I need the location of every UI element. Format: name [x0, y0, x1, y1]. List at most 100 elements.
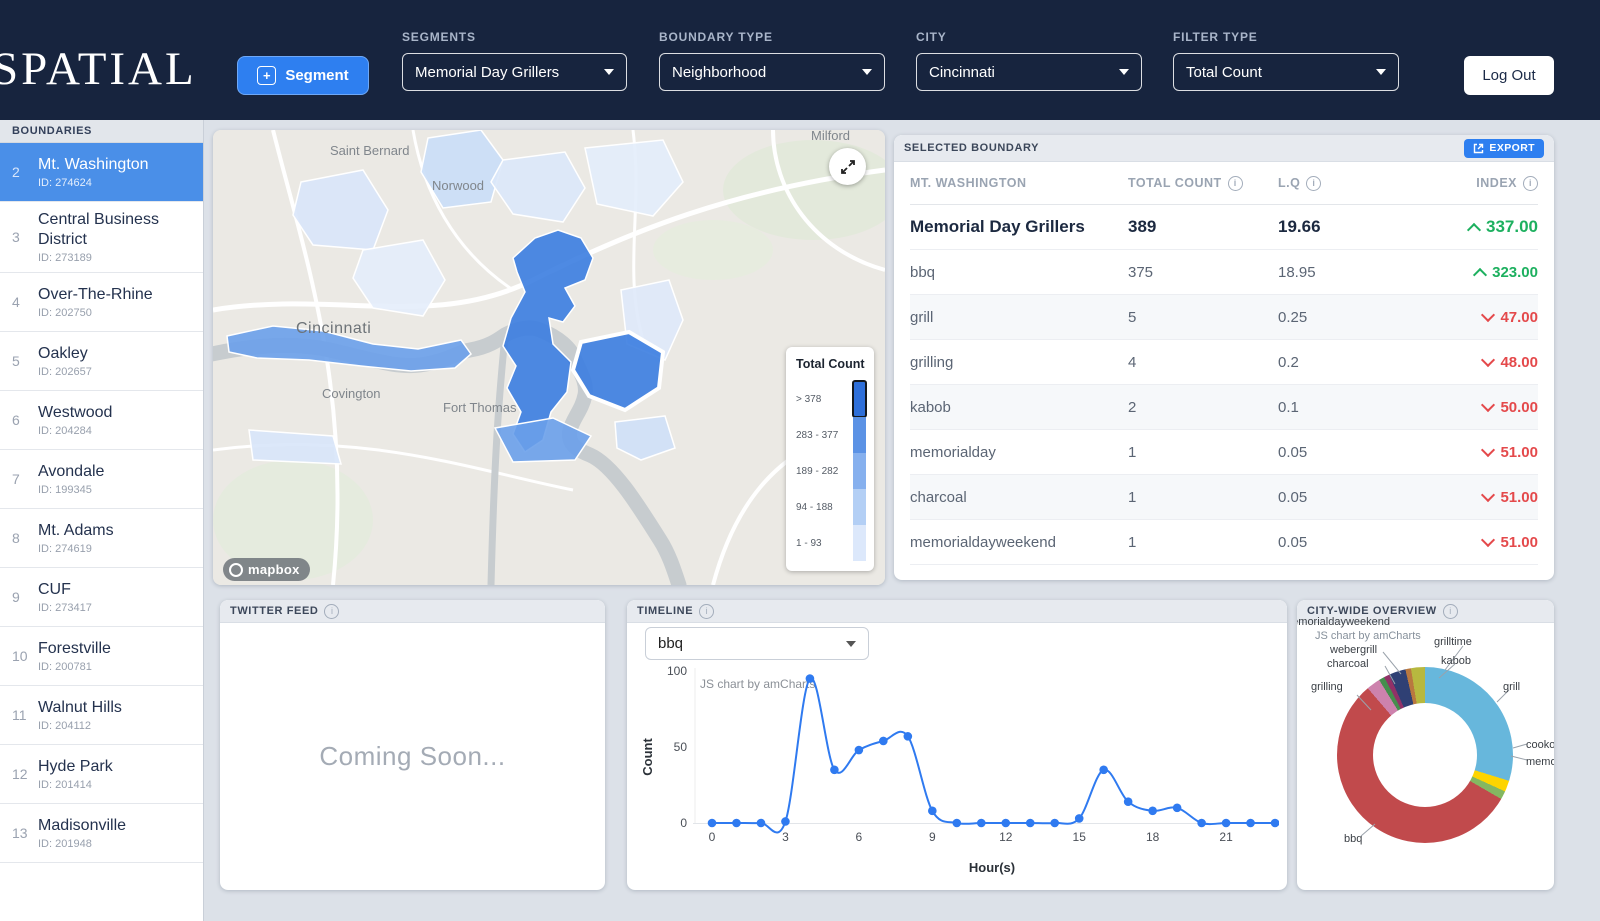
expand-arrows-icon [840, 159, 855, 174]
map-label: Norwood [432, 178, 484, 193]
keyword-table: MT. WASHINGTON TOTAL COUNT L.Q INDEX Mem… [894, 162, 1554, 565]
down-chevron-icon [1481, 352, 1496, 368]
sidebar-item-mt-adams[interactable]: 8 Mt. Adams ID: 274619 [0, 509, 203, 568]
twitter-feed-title: TWITTER FEED [230, 605, 319, 617]
lq-cell: 19.66 [1278, 217, 1321, 236]
sidebar-item-central-business-district[interactable]: 3 Central Business District ID: 273189 [0, 202, 203, 273]
boundary-name: Oakley [38, 345, 88, 362]
table-row[interactable]: memorialdayweekend 1 0.05 51.00 [910, 520, 1538, 565]
down-chevron-icon [1481, 442, 1496, 458]
sidebar-item-over-the-rhine[interactable]: 4 Over-The-Rhine ID: 202750 [0, 273, 203, 332]
boundary-rank: 2 [12, 164, 20, 180]
total-count-cell: 389 [1128, 217, 1157, 236]
slice-label-grilltime: grilltime [1434, 636, 1472, 648]
total-count-cell: 1 [1128, 488, 1137, 506]
table-row[interactable]: grill 5 0.25 47.00 [910, 295, 1538, 340]
city-dropdown[interactable]: Cincinnati [916, 53, 1142, 91]
twitter-feed-panel: TWITTER FEED Coming Soon... [220, 600, 605, 890]
table-row[interactable]: charcoal 1 0.05 51.00 [910, 475, 1538, 520]
sidebar-item-hyde-park[interactable]: 12 Hyde Park ID: 201414 [0, 745, 203, 804]
info-icon[interactable] [1306, 175, 1322, 191]
info-icon[interactable] [324, 603, 340, 619]
filter-type-label: FILTER TYPE [1173, 30, 1258, 44]
boundary-type-control: BOUNDARY TYPE Neighborhood [659, 30, 885, 91]
map-expand-button[interactable] [829, 148, 866, 185]
legend-label: 189 - 282 [796, 465, 839, 477]
legend-label: 283 - 377 [796, 429, 839, 441]
boundary-text: Madisonville ID: 201948 [38, 816, 126, 850]
sidebar-item-avondale[interactable]: 7 Avondale ID: 199345 [0, 450, 203, 509]
svg-text:100: 100 [667, 664, 687, 678]
timeline-chart: JS chart by amCharts Count Hour(s) 0 3 6 9 1… [640, 664, 1279, 875]
boundary-name: Mt. Washington [38, 156, 149, 173]
boundary-rank: 7 [12, 471, 20, 487]
sidebar-item-forestville[interactable]: 10 Forestville ID: 200781 [0, 627, 203, 686]
lq-cell: 0.2 [1278, 353, 1299, 371]
table-row[interactable]: bbq 375 18.95 323.00 [910, 250, 1538, 295]
external-link-icon [1474, 143, 1484, 153]
table-row[interactable]: kabob 2 0.1 50.00 [910, 385, 1538, 430]
legend-label: 94 - 188 [796, 501, 833, 513]
boundary-name: Over-The-Rhine [38, 286, 153, 303]
table-row[interactable]: grilling 4 0.2 48.00 [910, 340, 1538, 385]
sidebar-item-oakley[interactable]: 5 Oakley ID: 202657 [0, 332, 203, 391]
legend-swatch [853, 525, 866, 561]
table-row[interactable]: Memorial Day Grillers 389 19.66 337.00 [910, 205, 1538, 250]
donut-chart[interactable] [1337, 667, 1513, 843]
down-chevron-icon [1481, 532, 1496, 548]
index-cell: 48.00 [1426, 352, 1538, 371]
twitter-feed-body: Coming Soon... [220, 622, 605, 890]
legend-label: > 378 [796, 393, 822, 405]
sidebar-item-walnut-hills[interactable]: 11 Walnut Hills ID: 204112 [0, 686, 203, 745]
boundary-id: ID: 204112 [38, 720, 92, 732]
keyword-cell: grilling [910, 353, 954, 371]
info-icon[interactable] [1523, 175, 1538, 191]
slice-label-webergrill: webergrill [1330, 644, 1378, 656]
boundary-name: CUF [38, 581, 71, 598]
city-label: CITY [916, 30, 947, 44]
info-icon[interactable] [699, 603, 715, 619]
boundary-text: Central Business District ID: 273189 [38, 210, 195, 264]
boundary-rank: 13 [12, 825, 28, 841]
sidebar-item-westwood[interactable]: 6 Westwood ID: 204284 [0, 391, 203, 450]
sidebar-item-madisonville[interactable]: 13 Madisonville ID: 201948 [0, 804, 203, 863]
table-row[interactable]: memorialday 1 0.05 51.00 [910, 430, 1538, 475]
index-value: 47.00 [1500, 308, 1538, 326]
mapbox-logo[interactable]: mapbox [223, 558, 310, 581]
boundary-text: CUF ID: 273417 [38, 580, 92, 614]
info-icon[interactable] [1227, 175, 1243, 191]
map-label: Milford [811, 130, 850, 143]
timeline-plot: 0 3 6 9 12 15 18 21 0 50 100 [667, 664, 1279, 844]
segments-value: Memorial Day Grillers [415, 63, 560, 81]
lq-cell: 0.1 [1278, 398, 1299, 416]
sidebar-item-mt-washington[interactable]: 2 Mt. Washington ID: 274624 [0, 143, 203, 202]
selected-boundary-panel: SELECTED BOUNDARY EXPORT MT. WASHINGTON … [894, 135, 1554, 580]
boundary-text: Oakley ID: 202657 [38, 344, 92, 378]
boundary-type-dropdown[interactable]: Neighborhood [659, 53, 885, 91]
lq-cell: 18.95 [1278, 263, 1316, 281]
logout-button[interactable]: Log Out [1464, 56, 1554, 95]
slice-label-grilling: grilling [1311, 681, 1343, 693]
map-canvas[interactable]: Saint Bernard Norwood Milford Cincinnati… [213, 130, 885, 585]
col-lq-label: L.Q [1278, 176, 1301, 190]
x-axis-title: Hour(s) [969, 860, 1015, 875]
twitter-feed-strip: TWITTER FEED [220, 600, 605, 623]
col-total-count: TOTAL COUNT [1128, 175, 1278, 191]
slice-label-cookout: cookout [1526, 739, 1554, 751]
export-button[interactable]: EXPORT [1464, 138, 1544, 158]
segments-dropdown[interactable]: Memorial Day Grillers [402, 53, 627, 91]
city-control: CITY Cincinnati [916, 30, 1142, 91]
boundaries-list: 2 Mt. Washington ID: 274624 3 Central Busine… [0, 143, 203, 863]
info-icon[interactable] [1442, 603, 1458, 619]
down-chevron-icon [1481, 397, 1496, 413]
boundary-id: ID: 273189 [38, 252, 92, 264]
timeline-series-dropdown[interactable]: bbq [645, 627, 869, 660]
index-cell: 337.00 [1426, 217, 1538, 237]
keyword-cell: grill [910, 308, 934, 326]
legend-title: Total Count [796, 357, 865, 371]
filter-type-dropdown[interactable]: Total Count [1173, 53, 1399, 91]
add-segment-button[interactable]: + Segment [237, 56, 369, 95]
sidebar-item-cuf[interactable]: 9 CUF ID: 273417 [0, 568, 203, 627]
index-cell: 323.00 [1426, 264, 1538, 282]
coming-soon-text: Coming Soon... [319, 740, 506, 771]
